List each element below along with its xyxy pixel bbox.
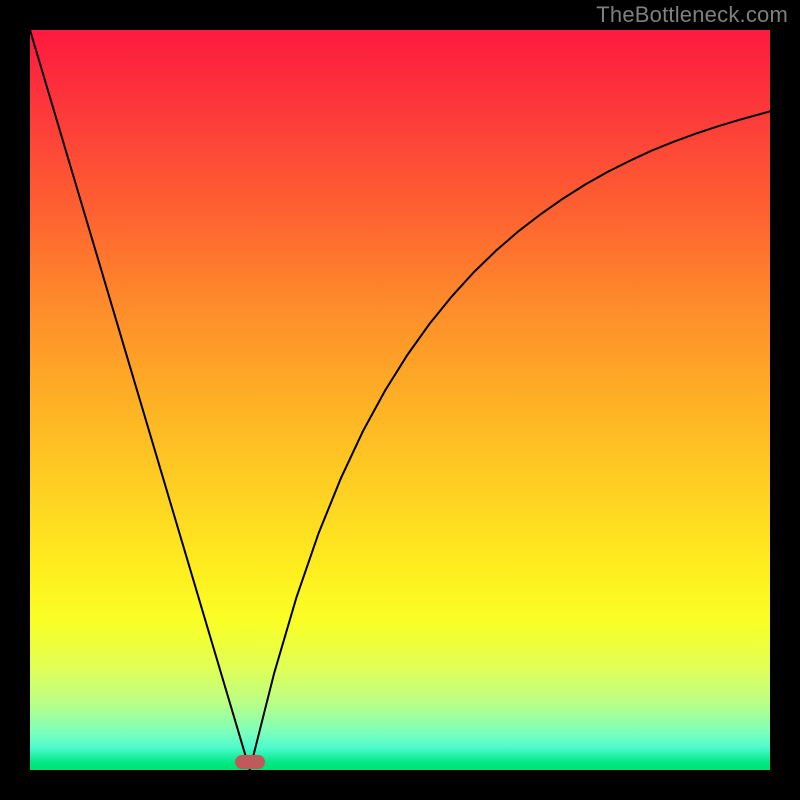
plot-area [30,30,770,770]
bottleneck-curve [30,30,770,770]
watermark-text: TheBottleneck.com [596,2,788,28]
minimum-marker [235,755,265,769]
chart-frame: TheBottleneck.com [0,0,800,800]
curve-svg [30,30,770,770]
